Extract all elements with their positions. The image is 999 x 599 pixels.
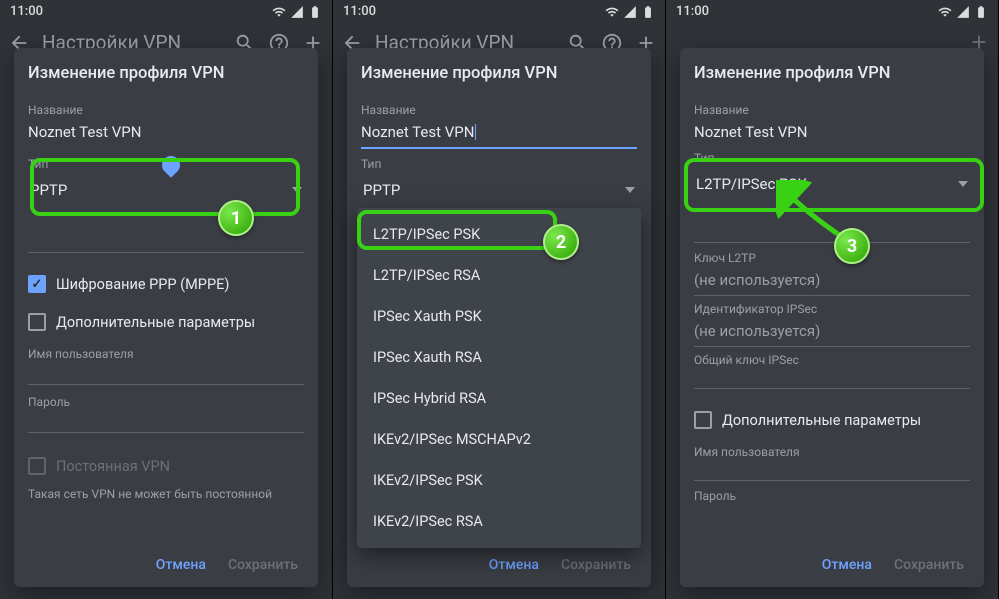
dropdown-item[interactable]: IPSec Xauth PSK <box>357 296 641 337</box>
battery-icon <box>308 5 322 19</box>
dialog-actions: Отмена Сохранить <box>361 547 637 577</box>
save-button[interactable]: Сохранить <box>894 557 964 573</box>
server-input[interactable] <box>28 245 304 253</box>
type-dropdown-menu: L2TP/IPSec PSK L2TP/IPSec RSA IPSec Xaut… <box>357 208 641 548</box>
dropdown-item[interactable]: L2TP/IPSec RSA <box>357 255 641 296</box>
wifi-icon <box>272 5 286 19</box>
cancel-button[interactable]: Отмена <box>822 557 872 573</box>
cancel-button[interactable]: Отмена <box>156 557 206 573</box>
dropdown-item[interactable]: IKEv2/IPSec MSCHAPv2 <box>357 419 641 460</box>
save-button[interactable]: Сохранить <box>228 557 298 573</box>
l2tp-key-label: Ключ L2TP <box>694 251 970 265</box>
clock: 11:00 <box>676 4 709 19</box>
advanced-params-row[interactable]: Дополнительные параметры <box>694 401 970 439</box>
text-cursor <box>475 124 476 140</box>
clock: 11:00 <box>343 4 376 19</box>
sheet-title: Изменение профиля VPN <box>28 64 304 83</box>
checkbox-icon <box>28 313 46 331</box>
username-input[interactable] <box>28 363 304 385</box>
cancel-button[interactable]: Отмена <box>489 557 539 573</box>
ipsec-shared-input[interactable] <box>694 369 970 389</box>
vpn-edit-sheet: Изменение профиля VPN Название Noznet Te… <box>14 48 318 587</box>
save-button[interactable]: Сохранить <box>561 557 631 573</box>
type-label: Тип <box>694 151 970 165</box>
server-input[interactable] <box>694 225 970 243</box>
username-input[interactable] <box>694 461 970 481</box>
screen-1: 11:00 Настройки VPN Изменение профиля VP… <box>0 0 333 599</box>
chevron-down-icon <box>292 187 302 193</box>
wifi-icon <box>938 5 952 19</box>
annotation-badge-1: 1 <box>218 200 254 236</box>
signal-icon <box>623 5 637 19</box>
ipsec-id-value[interactable]: (не используется) <box>694 318 970 347</box>
dropdown-item[interactable]: IKEv2/IPSec RSA <box>357 501 641 542</box>
persistent-vpn-row: Постоянная VPN <box>28 447 304 485</box>
status-bar: 11:00 <box>666 0 998 21</box>
battery-icon <box>974 5 988 19</box>
type-value: PPTP <box>30 181 67 199</box>
checkbox-icon <box>694 411 712 429</box>
type-value: PPTP <box>363 181 400 199</box>
dropdown-item[interactable]: L2TP/IPSec PSK <box>357 214 641 255</box>
advanced-params-row[interactable]: Дополнительные параметры <box>28 303 304 341</box>
type-value: L2TP/IPSec PSK <box>696 175 807 193</box>
sheet-title: Изменение профиля VPN <box>361 64 637 83</box>
dropdown-item[interactable]: IKEv2/IPSec PSK <box>357 460 641 501</box>
screen-3: 11:00 Изменение профиля VPN Название Noz… <box>666 0 999 599</box>
vpn-edit-sheet: Изменение профиля VPN Название Noznet Te… <box>680 48 984 587</box>
annotation-badge-3: 3 <box>834 228 870 264</box>
wifi-icon <box>605 5 619 19</box>
password-label: Пароль <box>694 489 970 503</box>
name-value[interactable]: Noznet Test VPN <box>694 119 970 147</box>
chevron-down-icon <box>625 187 635 193</box>
ipsec-id-label: Идентификатор IPSec <box>694 302 970 316</box>
ppp-encryption-label: Шифрование PPP (MPPE) <box>56 276 229 293</box>
password-input[interactable] <box>28 411 304 433</box>
ppp-encryption-row[interactable]: Шифрование PPP (MPPE) <box>28 265 304 303</box>
username-label: Имя пользователя <box>28 347 304 361</box>
chevron-down-icon <box>958 181 968 187</box>
ipsec-shared-label: Общий ключ IPSec <box>694 353 970 367</box>
persistent-vpn-hint: Такая сеть VPN не может быть постоянной <box>28 487 304 501</box>
status-icons <box>605 5 655 19</box>
dropdown-item[interactable]: IPSec Xauth RSA <box>357 337 641 378</box>
name-value[interactable]: Noznet Test VPN <box>28 119 304 147</box>
password-label: Пароль <box>28 395 304 409</box>
signal-icon <box>290 5 304 19</box>
status-icons <box>272 5 322 19</box>
persistent-vpn-label: Постоянная VPN <box>56 458 170 475</box>
signal-icon <box>956 5 970 19</box>
type-dropdown[interactable]: PPTP <box>28 173 304 207</box>
name-label: Название <box>28 103 304 117</box>
advanced-params-label: Дополнительные параметры <box>722 412 921 429</box>
dropdown-item[interactable]: IPSec Hybrid RSA <box>357 378 641 419</box>
server-label <box>28 229 304 243</box>
name-label: Название <box>694 103 970 117</box>
l2tp-key-value[interactable]: (не используется) <box>694 267 970 296</box>
type-dropdown[interactable]: PPTP <box>361 173 637 207</box>
dialog-actions: Отмена Сохранить <box>28 547 304 577</box>
advanced-params-label: Дополнительные параметры <box>56 314 255 331</box>
checkbox-disabled-icon <box>28 457 46 475</box>
username-label: Имя пользователя <box>694 445 970 459</box>
dialog-actions: Отмена Сохранить <box>694 547 970 577</box>
battery-icon <box>641 5 655 19</box>
type-label: Тип <box>361 157 637 171</box>
status-icons <box>938 5 988 19</box>
checkbox-checked-icon <box>28 275 46 293</box>
status-bar: 11:00 <box>333 0 665 21</box>
screen-2: 11:00 Настройки VPN Изменение профиля VP… <box>333 0 666 599</box>
sheet-title: Изменение профиля VPN <box>694 64 970 83</box>
name-label: Название <box>361 103 637 117</box>
name-input-active[interactable]: Noznet Test VPN <box>361 119 637 149</box>
annotation-badge-2: 2 <box>543 224 579 260</box>
type-dropdown[interactable]: L2TP/IPSec PSK <box>694 167 970 201</box>
status-bar: 11:00 <box>0 0 332 21</box>
clock: 11:00 <box>10 4 43 19</box>
